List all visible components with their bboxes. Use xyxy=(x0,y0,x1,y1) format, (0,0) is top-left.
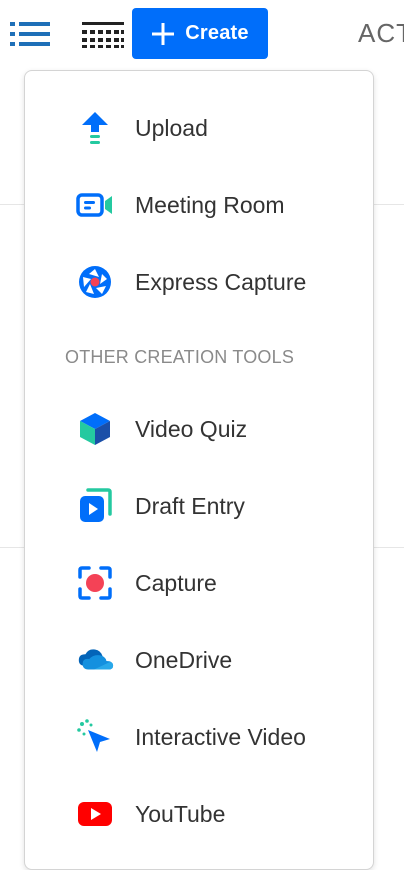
plus-icon xyxy=(151,22,175,46)
menu-item-youtube[interactable]: YouTube xyxy=(25,784,373,844)
create-button-label: Create xyxy=(185,22,248,45)
draft-entry-icon xyxy=(75,486,115,526)
list-view-button[interactable] xyxy=(6,16,54,52)
youtube-icon xyxy=(75,794,115,834)
menu-item-label: OneDrive xyxy=(135,647,232,674)
menu-item-capture[interactable]: Capture xyxy=(25,553,373,613)
grid-icon xyxy=(80,19,126,49)
menu-item-label: Video Quiz xyxy=(135,416,247,443)
upload-arrow-icon xyxy=(75,108,115,148)
menu-item-label: Meeting Room xyxy=(135,192,285,219)
grid-view-button[interactable] xyxy=(78,16,128,52)
menu-item-label: Interactive Video xyxy=(135,724,306,751)
create-dropdown-menu: Upload Meeting Room xyxy=(24,70,374,870)
meeting-room-icon xyxy=(75,185,115,225)
express-capture-icon xyxy=(75,262,115,302)
truncated-header-text: ACT xyxy=(358,18,404,49)
menu-item-label: Upload xyxy=(135,115,208,142)
menu-item-label: Express Capture xyxy=(135,269,306,296)
menu-item-meeting-room[interactable]: Meeting Room xyxy=(25,175,373,235)
create-button[interactable]: Create xyxy=(132,8,268,59)
video-quiz-cube-icon xyxy=(75,409,115,449)
menu-item-interactive-video[interactable]: Interactive Video xyxy=(25,707,373,767)
menu-item-express-capture[interactable]: Express Capture xyxy=(25,252,373,312)
section-header-other-creation-tools: OTHER CREATION TOOLS xyxy=(65,347,294,368)
menu-item-label: Draft Entry xyxy=(135,493,245,520)
menu-item-onedrive[interactable]: OneDrive xyxy=(25,630,373,690)
list-icon xyxy=(8,19,52,49)
menu-item-upload[interactable]: Upload xyxy=(25,98,373,158)
interactive-video-cursor-icon xyxy=(75,717,115,757)
menu-item-label: Capture xyxy=(135,570,217,597)
onedrive-cloud-icon xyxy=(75,640,115,680)
menu-item-video-quiz[interactable]: Video Quiz xyxy=(25,399,373,459)
menu-item-label: YouTube xyxy=(135,801,225,828)
capture-record-icon xyxy=(75,563,115,603)
menu-item-draft-entry[interactable]: Draft Entry xyxy=(25,476,373,536)
